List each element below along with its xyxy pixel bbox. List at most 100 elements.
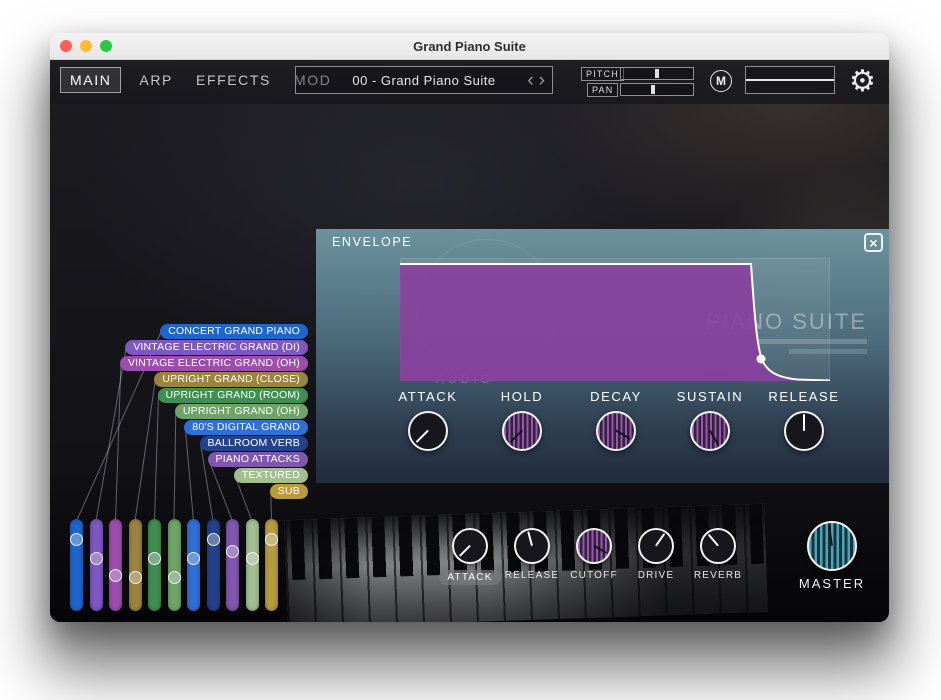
tab-arp[interactable]: ARP xyxy=(134,68,178,92)
envelope-knob-attack[interactable] xyxy=(408,411,448,451)
layer-fader[interactable] xyxy=(148,519,161,611)
knob-pointer xyxy=(709,430,720,446)
fader-handle[interactable] xyxy=(89,552,103,566)
layer-fader[interactable] xyxy=(89,519,103,611)
knob-pointer xyxy=(527,531,533,547)
layer-pill[interactable]: CONCERT GRAND PIANO xyxy=(160,324,308,339)
fader-handle[interactable] xyxy=(148,552,161,566)
envelope-knob-decay[interactable] xyxy=(596,411,636,451)
fader-handle[interactable] xyxy=(187,552,200,566)
master-knob-slot xyxy=(807,521,857,571)
envelope-knob-cell: RELEASE xyxy=(757,389,851,451)
fader-handle[interactable] xyxy=(128,571,142,585)
envelope-knob-label: SUSTAIN xyxy=(676,389,744,404)
layer-fader[interactable] xyxy=(245,519,259,611)
knob-pointer xyxy=(828,524,833,547)
master-label: MASTER xyxy=(798,576,866,591)
fader-handle[interactable] xyxy=(265,533,278,547)
bottom-knob-cutoff[interactable] xyxy=(576,528,612,564)
layer-pill[interactable]: UPRIGHT GRAND (ROOM) xyxy=(157,388,308,403)
pitch-label: PITCH xyxy=(581,67,624,81)
layer-pill[interactable]: TEXTURED xyxy=(233,468,308,483)
pitch-slider-handle[interactable] xyxy=(655,69,659,78)
layer-pill[interactable]: PIANO ATTACKS xyxy=(207,452,308,467)
fader-handle[interactable] xyxy=(206,533,220,547)
envelope-knob-sustain[interactable] xyxy=(690,411,730,451)
fader-handle[interactable] xyxy=(226,545,239,559)
preset-prev-icon[interactable]: ‹ xyxy=(525,71,535,90)
preset-next-icon[interactable]: › xyxy=(537,71,547,90)
layer-pill[interactable]: VINTAGE ELECTRIC GRAND (OH) xyxy=(119,356,308,371)
bottom-knob-cell: ATTACK xyxy=(439,528,501,585)
minimize-window-button[interactable] xyxy=(80,40,92,52)
fader-handle[interactable] xyxy=(70,533,83,547)
envelope-knob-cell: HOLD xyxy=(475,389,569,451)
master-knob[interactable] xyxy=(807,521,857,571)
mono-button[interactable]: M xyxy=(710,70,732,92)
plugin-ui: MAIN ARP EFFECTS MOD 00 - Grand Piano Suite… xyxy=(50,60,889,622)
tab-main[interactable]: MAIN xyxy=(60,67,122,93)
fader-handle[interactable] xyxy=(109,568,122,582)
layer-fader[interactable] xyxy=(265,519,278,611)
envelope-knob-hold[interactable] xyxy=(502,411,542,451)
bottom-knob-reverb[interactable] xyxy=(700,528,736,564)
bottom-knob-cell: CUTOFF xyxy=(563,528,625,585)
layer-fader[interactable] xyxy=(128,519,142,611)
bottom-knob-cell: RELEASE xyxy=(501,528,563,585)
envelope-knob-label: HOLD xyxy=(500,389,544,404)
close-window-button[interactable] xyxy=(60,40,72,52)
layer-pill[interactable]: UPRIGHT GRAND (CLOSE) xyxy=(154,372,308,387)
fader-handle[interactable] xyxy=(245,552,259,566)
bottom-knob-label: ATTACK xyxy=(439,570,501,585)
knob-pointer xyxy=(509,430,523,444)
layer-pill[interactable]: SUB xyxy=(269,484,308,499)
layer-fader[interactable] xyxy=(167,519,181,611)
layer-fader[interactable] xyxy=(206,519,220,611)
tab-effects[interactable]: EFFECTS xyxy=(191,68,276,92)
knob-pointer xyxy=(655,533,666,547)
layer-fader[interactable] xyxy=(109,519,122,611)
bottom-knob-cell: REVERB xyxy=(687,528,749,585)
envelope-knob-cell: ATTACK xyxy=(381,389,475,451)
knob-pointer xyxy=(615,430,631,441)
knob-pointer xyxy=(803,414,805,431)
zoom-window-button[interactable] xyxy=(100,40,112,52)
envelope-close-button[interactable]: × xyxy=(864,233,883,252)
bottom-knob-attack[interactable] xyxy=(452,528,488,564)
bottom-knob-row: ATTACK RELEASE CUTOFF DRIVE REVERB xyxy=(439,528,749,585)
layer-pill[interactable]: 80'S DIGITAL GRAND xyxy=(184,420,308,435)
settings-gear-icon[interactable]: ⚙ xyxy=(849,61,876,103)
output-level-slider[interactable] xyxy=(745,66,835,94)
preset-selector[interactable]: 00 - Grand Piano Suite ‹ › xyxy=(295,66,553,94)
envelope-knob-row: ATTACK HOLD DECAY SUSTAIN RELEASE xyxy=(381,389,851,451)
titlebar[interactable]: Grand Piano Suite xyxy=(50,33,889,60)
envelope-knob-cell: DECAY xyxy=(569,389,663,451)
layer-pill[interactable]: VINTAGE ELECTRIC GRAND (DI) xyxy=(125,340,308,355)
envelope-knob-release[interactable] xyxy=(784,411,824,451)
layer-fader[interactable] xyxy=(187,519,200,611)
bottom-knob-release[interactable] xyxy=(514,528,550,564)
knob-pointer xyxy=(593,545,608,555)
window-title: Grand Piano Suite xyxy=(413,38,526,54)
pan-slider-handle[interactable] xyxy=(651,85,656,94)
layer-fader[interactable] xyxy=(226,519,239,611)
envelope-graph[interactable] xyxy=(400,258,830,381)
layer-pill[interactable]: UPRIGHT GRAND (OH) xyxy=(174,404,308,419)
layer-pill[interactable]: BALLROOM VERB xyxy=(199,436,308,451)
envelope-release-handle[interactable] xyxy=(756,354,766,364)
envelope-knob-label: ATTACK xyxy=(398,389,458,404)
bottom-knob-drive[interactable] xyxy=(638,528,674,564)
envelope-title: ENVELOPE xyxy=(332,235,413,249)
pan-label: PAN xyxy=(587,83,619,97)
preset-name: 00 - Grand Piano Suite xyxy=(352,72,496,88)
pan-slider[interactable] xyxy=(620,83,694,96)
bottom-knob-label: DRIVE xyxy=(637,570,675,581)
bottom-knob-label: RELEASE xyxy=(504,570,560,581)
preset-nav: ‹ › xyxy=(525,67,547,93)
bottom-knob-label: REVERB xyxy=(693,570,743,581)
knob-pointer xyxy=(458,545,471,558)
output-level-line xyxy=(746,79,834,81)
fader-handle[interactable] xyxy=(167,571,181,585)
pitch-slider[interactable] xyxy=(620,67,694,80)
layer-fader[interactable] xyxy=(70,519,83,611)
